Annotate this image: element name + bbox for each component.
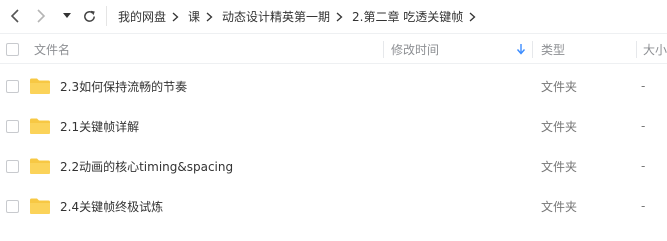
- row-checkbox[interactable]: [6, 106, 19, 146]
- table-row[interactable]: 2.4关键帧终极试炼 文件夹 -: [0, 186, 667, 226]
- file-size: -: [641, 79, 646, 93]
- file-type: 文件夹: [541, 199, 578, 214]
- column-header-type[interactable]: 类型: [541, 34, 565, 64]
- sort-descending-icon[interactable]: [516, 43, 526, 55]
- refresh-button[interactable]: [78, 5, 100, 27]
- row-checkbox[interactable]: [6, 66, 19, 106]
- file-type: 文件夹: [541, 79, 578, 94]
- table-row[interactable]: 2.2动画的核心timing&spacing 文件夹 -: [0, 146, 667, 186]
- forward-icon: [37, 9, 46, 23]
- file-size: -: [641, 199, 646, 213]
- file-name[interactable]: 2.4关键帧终极试炼: [60, 186, 163, 226]
- file-type: 文件夹: [541, 159, 578, 174]
- column-header-modified-label: 修改时间: [391, 42, 440, 57]
- forward-button[interactable]: [30, 5, 52, 27]
- column-header-name[interactable]: 文件名: [34, 34, 70, 64]
- refresh-icon: [83, 10, 95, 22]
- file-name[interactable]: 2.1关键帧详解: [60, 106, 139, 146]
- breadcrumb-item-series[interactable]: 动态设计精英第一期: [222, 8, 330, 25]
- folder-icon: [29, 146, 51, 186]
- breadcrumb-item-root[interactable]: 我的网盘: [118, 8, 166, 25]
- file-size: -: [641, 119, 646, 133]
- column-header-modified[interactable]: 修改时间: [391, 34, 531, 64]
- select-all-checkbox[interactable]: [6, 34, 19, 64]
- folder-icon: [29, 106, 51, 146]
- back-button[interactable]: [4, 5, 26, 27]
- navigation-bar: 我的网盘 课 动态设计精英第一期 2.第二章 吃透关键帧: [0, 0, 667, 33]
- breadcrumb-item-current[interactable]: 2.第二章 吃透关键帧: [352, 8, 463, 25]
- file-type: 文件夹: [541, 119, 578, 134]
- breadcrumb-chevron-icon: [206, 12, 214, 22]
- breadcrumb: 我的网盘 课 动态设计精英第一期 2.第二章 吃透关键帧: [118, 0, 485, 33]
- table-row[interactable]: 2.3如何保持流畅的节奏 文件夹 -: [0, 66, 667, 106]
- breadcrumb-chevron-icon[interactable]: [469, 12, 477, 22]
- file-name[interactable]: 2.2动画的核心timing&spacing: [60, 146, 233, 186]
- nav-divider: [106, 6, 107, 26]
- column-divider[interactable]: [383, 41, 384, 58]
- column-header-size[interactable]: 大小: [643, 34, 667, 64]
- file-browser: 我的网盘 课 动态设计精英第一期 2.第二章 吃透关键帧 文件名 修改时间 类型…: [0, 0, 667, 241]
- breadcrumb-chevron-icon: [336, 12, 344, 22]
- file-size: -: [641, 159, 646, 173]
- file-list-header: 文件名 修改时间 类型 大小: [0, 33, 667, 64]
- history-dropdown-icon: [63, 13, 71, 18]
- row-checkbox[interactable]: [6, 186, 19, 226]
- folder-icon: [29, 66, 51, 106]
- file-list: 2.3如何保持流畅的节奏 文件夹 - 2.1关键帧详解 文件夹 - 2.2动画的…: [0, 66, 667, 226]
- file-name[interactable]: 2.3如何保持流畅的节奏: [60, 66, 187, 106]
- folder-icon: [29, 186, 51, 226]
- breadcrumb-chevron-icon: [172, 12, 180, 22]
- breadcrumb-item-course[interactable]: 课: [188, 8, 200, 25]
- back-icon: [10, 9, 19, 23]
- row-checkbox[interactable]: [6, 146, 19, 186]
- column-divider[interactable]: [636, 41, 637, 58]
- column-divider[interactable]: [532, 41, 533, 58]
- table-row[interactable]: 2.1关键帧详解 文件夹 -: [0, 106, 667, 146]
- history-dropdown-button[interactable]: [58, 5, 76, 27]
